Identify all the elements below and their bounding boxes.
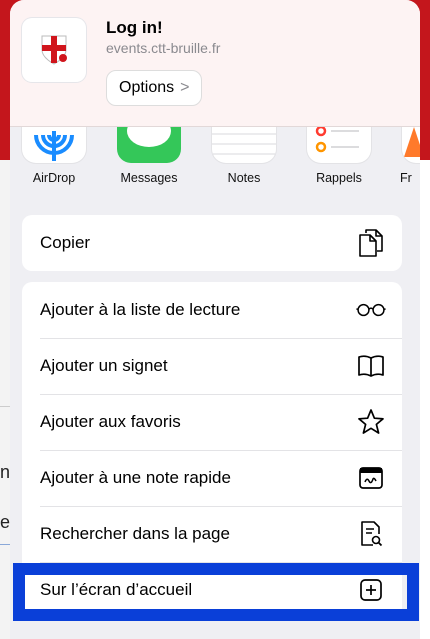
options-label: Options <box>119 79 175 96</box>
airdrop-icon <box>22 127 86 163</box>
action-find-in-page[interactable]: Rechercher dans la page <box>22 506 402 562</box>
share-app-notes[interactable]: Notes <box>204 127 284 185</box>
share-app-label: Messages <box>120 171 178 185</box>
share-app-label: AirDrop <box>32 171 76 185</box>
background-divider <box>0 406 10 407</box>
action-add-to-reading-list[interactable]: Ajouter à la liste de lecture <box>22 282 402 338</box>
background-left-strip: n e <box>0 160 10 639</box>
app-icon <box>402 127 420 163</box>
find-in-page-icon <box>356 519 386 549</box>
page-url: events.ctt-bruille.fr <box>106 40 221 56</box>
action-copy[interactable]: Copier <box>22 215 402 271</box>
share-sheet: Log in! events.ctt-bruille.fr Options > … <box>10 0 420 639</box>
share-app-label: Rappels <box>316 171 362 185</box>
share-app-reminders[interactable]: Rappels <box>299 127 379 185</box>
star-icon <box>356 407 386 437</box>
share-app-airdrop[interactable]: AirDrop <box>14 127 94 185</box>
share-app-row: AirDrop Messages Notes Rappels Fr <box>10 127 420 189</box>
action-label: Rechercher dans la page <box>40 524 230 543</box>
action-label: Ajouter à la liste de lecture <box>40 300 241 319</box>
action-add-to-favorites[interactable]: Ajouter aux favoris <box>22 394 402 450</box>
options-button[interactable]: Options > <box>106 70 203 106</box>
share-app-messages[interactable]: Messages <box>109 127 189 185</box>
red-cross-shield-icon <box>22 18 86 82</box>
background-divider <box>0 544 10 545</box>
share-app-label: Notes <box>227 171 261 185</box>
action-add-quick-note[interactable]: Ajouter à une note rapide <box>22 450 402 506</box>
share-app-more[interactable]: Fr <box>394 127 420 185</box>
reminders-icon <box>307 127 371 163</box>
action-label: Ajouter aux favoris <box>40 412 181 431</box>
share-header: Log in! events.ctt-bruille.fr Options > <box>10 0 420 127</box>
book-icon <box>356 351 386 381</box>
copy-icon <box>356 228 386 258</box>
action-group-copy: Copier <box>22 215 402 271</box>
glasses-icon <box>356 295 386 325</box>
quick-note-icon <box>356 463 386 493</box>
highlight-frame <box>13 563 419 621</box>
action-label: Ajouter un signet <box>40 356 168 375</box>
page-title: Log in! <box>106 18 163 37</box>
share-app-label: Fr <box>400 171 412 185</box>
messages-icon <box>117 127 181 163</box>
background-char: n <box>0 462 11 482</box>
notes-icon <box>212 127 276 163</box>
action-label: Ajouter à une note rapide <box>40 468 231 487</box>
background-char: e <box>0 512 11 532</box>
action-add-bookmark[interactable]: Ajouter un signet <box>22 338 402 394</box>
chevron-right-icon: > <box>180 79 190 96</box>
action-label: Copier <box>40 233 91 252</box>
